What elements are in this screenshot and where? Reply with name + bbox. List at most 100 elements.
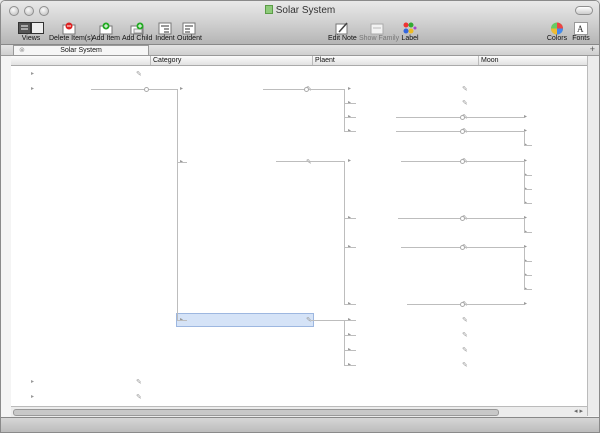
indent-label: Indent: [155, 35, 175, 42]
note-pencil-icon[interactable]: ✎: [462, 344, 468, 357]
outdent-icon: [182, 22, 196, 35]
edit-note-icon: [335, 22, 349, 35]
disclosure-triangle-icon[interactable]: ▸: [180, 83, 183, 96]
connector-line: [344, 89, 345, 131]
connector-line: [524, 175, 532, 176]
add-child-label: Add Child: [122, 35, 153, 42]
connector-line: [344, 304, 356, 305]
tab-close-icon[interactable]: ⊗: [19, 46, 25, 55]
fonts-icon: A: [574, 22, 588, 35]
add-item-button[interactable]: Add Item: [92, 21, 120, 42]
outdent-label: Outdent: [177, 35, 202, 42]
window-title-area: Solar System: [1, 5, 599, 16]
connector-line: [344, 218, 356, 219]
disclosure-triangle-icon[interactable]: ▸: [524, 111, 527, 124]
disclosure-triangle-icon[interactable]: ▸: [31, 376, 34, 389]
add-child-icon: [130, 22, 144, 35]
connector-line: [524, 261, 532, 262]
column-header-plaent[interactable]: Plaent: [312, 56, 479, 65]
note-pencil-icon[interactable]: ✎: [306, 156, 312, 169]
connector-line: [177, 89, 178, 320]
views-icon: [18, 22, 44, 35]
show-family-button[interactable]: Show Family: [359, 21, 399, 42]
selected-row-highlight: [176, 313, 314, 327]
fonts-button[interactable]: A Fonts: [570, 21, 592, 42]
collapse-handle-icon[interactable]: [144, 87, 149, 92]
connector-line: [344, 335, 356, 336]
disclosure-triangle-icon[interactable]: ▸: [524, 298, 527, 311]
label-button[interactable]: Label: [401, 21, 419, 42]
horizontal-scrollbar[interactable]: ◂ ▸: [11, 406, 587, 417]
add-child-button[interactable]: Add Child: [122, 21, 152, 42]
show-family-icon: [370, 22, 384, 35]
note-pencil-icon[interactable]: ✎: [462, 359, 468, 372]
column-headers: Category Plaent Moon: [11, 56, 587, 66]
tab-bar: ⊗ Solar System +: [1, 44, 599, 56]
color-wheel-icon: [550, 22, 564, 35]
connector-line: [524, 131, 525, 145]
vertical-scrollbar[interactable]: [587, 56, 599, 416]
column-header-moon[interactable]: Moon: [478, 56, 586, 65]
connector-line: [91, 89, 177, 90]
svg-text:A: A: [577, 24, 584, 34]
toolbar-toggle-button[interactable]: [575, 6, 593, 15]
views-label: Views: [21, 35, 41, 42]
label-label: Label: [401, 35, 419, 42]
indent-button[interactable]: Indent: [154, 21, 176, 42]
connector-line: [524, 218, 525, 232]
tab-solar-system[interactable]: ⊗ Solar System: [13, 45, 149, 55]
connector-line: [344, 365, 356, 366]
connector-line: [524, 232, 532, 233]
disclosure-triangle-icon[interactable]: ▸: [31, 391, 34, 404]
add-item-label: Add Item: [92, 35, 121, 42]
column-header-category[interactable]: Category: [150, 56, 313, 65]
connector-line: [524, 145, 532, 146]
delete-label: Delete Item(s): [49, 35, 93, 42]
collapse-handle-icon[interactable]: [460, 129, 465, 134]
app-window: Solar System Views Delete Item(s) Add It…: [0, 0, 600, 433]
title-bar: Solar System: [1, 1, 599, 21]
note-pencil-icon[interactable]: ✎: [136, 376, 142, 389]
fonts-label: Fonts: [572, 35, 590, 42]
connector-line: [407, 304, 524, 305]
connector-line: [344, 320, 345, 365]
note-pencil-icon[interactable]: ✎: [462, 329, 468, 342]
connector-line: [344, 350, 356, 351]
connector-line: [524, 203, 532, 204]
connector-line: [177, 162, 187, 163]
connector-line: [311, 320, 356, 321]
window-footer: [1, 417, 599, 432]
window-title: Solar System: [275, 5, 336, 16]
add-tab-button[interactable]: +: [590, 44, 595, 54]
outdent-button[interactable]: Outdent: [177, 21, 202, 42]
disclosure-triangle-icon[interactable]: ▸: [31, 83, 34, 96]
connector-line: [524, 161, 525, 203]
disclosure-triangle-icon[interactable]: ▸: [348, 83, 351, 96]
note-pencil-icon[interactable]: ✎: [462, 83, 468, 96]
collapse-handle-icon[interactable]: [304, 87, 309, 92]
connector-line: [344, 117, 356, 118]
collapse-handle-icon[interactable]: [460, 245, 465, 250]
views-button[interactable]: Views: [15, 21, 47, 42]
scroll-arrows-icon[interactable]: ◂ ▸: [574, 407, 583, 415]
collapse-handle-icon[interactable]: [460, 115, 465, 120]
note-pencil-icon[interactable]: ✎: [462, 314, 468, 327]
collapse-handle-icon[interactable]: [460, 216, 465, 221]
note-pencil-icon[interactable]: ✎: [462, 97, 468, 110]
connector-line: [344, 161, 345, 304]
tab-label: Solar System: [60, 47, 102, 54]
edit-note-button[interactable]: Edit Note: [328, 21, 357, 42]
delete-items-button[interactable]: Delete Item(s): [49, 21, 93, 42]
collapse-handle-icon[interactable]: [460, 159, 465, 164]
disclosure-triangle-icon[interactable]: ▸: [31, 68, 34, 81]
colors-button[interactable]: Colors: [545, 21, 569, 42]
disclosure-triangle-icon[interactable]: ▸: [348, 155, 351, 168]
note-pencil-icon[interactable]: ✎: [136, 68, 142, 81]
connector-line: [344, 131, 356, 132]
note-pencil-icon[interactable]: ✎: [136, 391, 142, 404]
horizontal-scroll-thumb[interactable]: [13, 409, 499, 416]
collapse-handle-icon[interactable]: [460, 302, 465, 307]
indent-icon: [158, 22, 172, 35]
add-item-icon: [99, 22, 113, 35]
colors-label: Colors: [546, 35, 568, 42]
